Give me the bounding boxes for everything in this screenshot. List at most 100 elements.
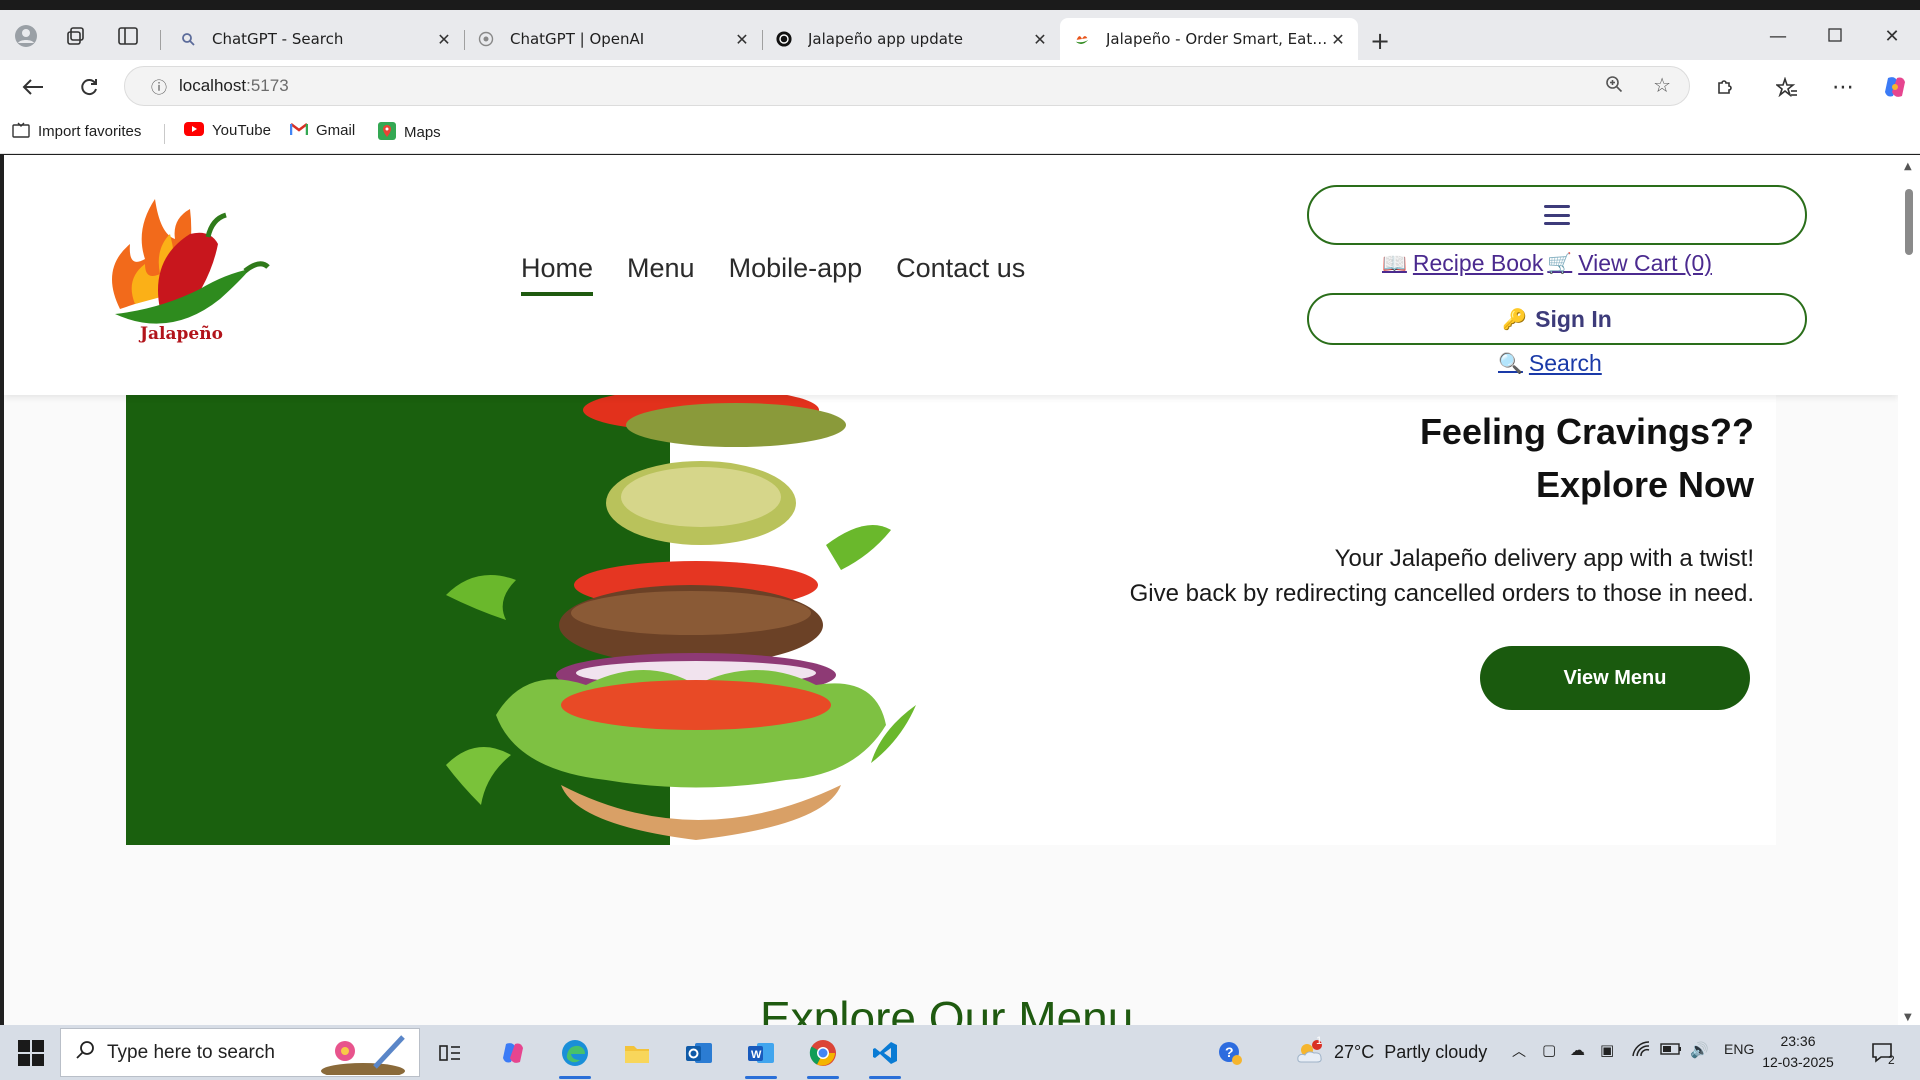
key-icon: 🔑 bbox=[1502, 308, 1528, 331]
site-header: Jalapeño Home Menu Mobile-app Contact us… bbox=[4, 155, 1898, 395]
notification-count: 2 bbox=[1888, 1053, 1895, 1067]
start-button[interactable] bbox=[10, 1037, 52, 1069]
maps-icon bbox=[378, 122, 396, 143]
new-tab-icon[interactable]: + bbox=[1370, 27, 1390, 55]
import-icon bbox=[12, 122, 30, 141]
clock-date: 12-03-2025 bbox=[1762, 1054, 1834, 1070]
recipe-book-link[interactable]: 📖 Recipe Book bbox=[1382, 250, 1543, 277]
favorite-star-icon[interactable]: ☆ bbox=[1653, 73, 1671, 97]
volume-icon[interactable]: 🔊 bbox=[1690, 1041, 1709, 1059]
edge-browser-icon[interactable] bbox=[555, 1033, 595, 1079]
scroll-down-icon[interactable]: ▼ bbox=[1904, 1012, 1912, 1023]
address-bar[interactable]: ⓘ localhost:5173 ☆ bbox=[124, 66, 1690, 106]
magnifier-icon: 🔍 bbox=[1498, 353, 1523, 375]
hamburger-menu-button[interactable] bbox=[1307, 185, 1807, 245]
onedrive-icon[interactable]: ☁ bbox=[1570, 1041, 1585, 1059]
burger-image bbox=[446, 388, 916, 840]
weather-text[interactable]: 27°C Partly cloudy bbox=[1334, 1042, 1487, 1063]
close-tab-icon[interactable]: ✕ bbox=[1328, 30, 1348, 49]
cart-icon: 🛒 bbox=[1547, 253, 1573, 275]
nav-contact-us[interactable]: Contact us bbox=[896, 253, 1025, 296]
search-link[interactable]: 🔍 Search bbox=[1498, 350, 1602, 377]
outlook-icon[interactable] bbox=[679, 1033, 719, 1073]
sign-in-label: Sign In bbox=[1535, 305, 1612, 332]
display-icon[interactable]: ▣ bbox=[1600, 1041, 1614, 1059]
page-viewport: Jalapeño Home Menu Mobile-app Contact us… bbox=[4, 155, 1898, 1025]
tab-title: ChatGPT | OpenAI bbox=[510, 30, 645, 48]
book-icon: 📖 bbox=[1382, 253, 1407, 275]
copilot-icon[interactable] bbox=[1878, 70, 1912, 104]
battery-icon[interactable] bbox=[1660, 1041, 1682, 1059]
tab-jalapeno-order-smart[interactable]: Jalapeño - Order Smart, Eat Healthy ✕ bbox=[1060, 18, 1358, 60]
bookmark-import-favorites[interactable]: Import favorites bbox=[12, 122, 141, 141]
chrome-icon[interactable] bbox=[803, 1033, 843, 1079]
taskbar-search-placeholder: Type here to search bbox=[107, 1041, 275, 1063]
taskbar-search-box[interactable]: Type here to search bbox=[60, 1028, 420, 1077]
profile-icon[interactable] bbox=[10, 20, 42, 52]
logo-text: Jalapeño bbox=[140, 324, 223, 344]
recipe-book-label: Recipe Book bbox=[1412, 250, 1544, 276]
view-cart-link[interactable]: 🛒 View Cart (0) bbox=[1547, 250, 1712, 277]
page-scrollbar[interactable]: ▲ ▼ bbox=[1898, 155, 1920, 1025]
meet-icon[interactable]: ▢ bbox=[1542, 1041, 1556, 1059]
close-tab-icon[interactable]: ✕ bbox=[732, 30, 752, 49]
sign-in-button[interactable]: 🔑 Sign In bbox=[1307, 293, 1807, 345]
extensions-icon[interactable] bbox=[1708, 70, 1742, 104]
refresh-icon[interactable] bbox=[72, 70, 106, 104]
bookmark-maps[interactable]: Maps bbox=[378, 122, 441, 143]
help-icon[interactable]: ? bbox=[1210, 1033, 1250, 1073]
favorites-icon[interactable] bbox=[1770, 70, 1804, 104]
hero-subtitle-line1: Your Jalapeño delivery app with a twist! bbox=[1334, 545, 1754, 572]
clock[interactable]: 23:36 12-03-2025 bbox=[1748, 1031, 1848, 1073]
notifications-icon[interactable]: 2 bbox=[1864, 1033, 1904, 1073]
svg-text:?: ? bbox=[1225, 1044, 1234, 1060]
minimize-icon[interactable]: — bbox=[1758, 26, 1798, 47]
tab-chatgpt-search[interactable]: ChatGPT - Search ✕ bbox=[166, 18, 464, 60]
close-window-icon[interactable]: ✕ bbox=[1872, 26, 1912, 47]
bookmark-label: Import favorites bbox=[38, 123, 142, 140]
close-tab-icon[interactable]: ✕ bbox=[434, 30, 454, 49]
nav-home[interactable]: Home bbox=[521, 253, 594, 296]
back-icon[interactable] bbox=[16, 70, 50, 104]
scroll-up-icon[interactable]: ▲ bbox=[1904, 161, 1912, 172]
wifi-icon[interactable] bbox=[1632, 1041, 1650, 1061]
tab-jalapeno-app-update[interactable]: Jalapeño app update ✕ bbox=[762, 18, 1060, 60]
view-menu-button[interactable]: View Menu bbox=[1480, 646, 1750, 710]
copilot-taskbar-icon[interactable] bbox=[493, 1033, 533, 1073]
bookmark-youtube[interactable]: YouTube bbox=[184, 122, 271, 139]
bookmark-label: YouTube bbox=[212, 122, 271, 139]
vscode-icon[interactable] bbox=[865, 1033, 905, 1079]
tab-separator bbox=[160, 30, 161, 50]
vertical-tabs-icon[interactable] bbox=[112, 20, 144, 52]
hero-title-line1: Feeling Cravings?? bbox=[1419, 411, 1754, 452]
hero-text: Feeling Cravings?? Explore Now Your Jala… bbox=[1130, 405, 1754, 611]
search-highlight-icon bbox=[321, 1035, 405, 1075]
tab-chatgpt-openai[interactable]: ChatGPT | OpenAI ✕ bbox=[464, 18, 762, 60]
jalapeno-icon bbox=[1074, 31, 1090, 47]
more-options-icon[interactable]: ⋯ bbox=[1826, 70, 1860, 104]
search-label: Search bbox=[1528, 350, 1602, 376]
hero-subtitle: Your Jalapeño delivery app with a twist!… bbox=[1130, 541, 1754, 611]
file-explorer-icon[interactable] bbox=[617, 1033, 657, 1073]
site-info-icon[interactable]: ⓘ bbox=[139, 74, 179, 98]
word-icon[interactable]: W bbox=[741, 1033, 781, 1079]
hamburger-icon bbox=[1544, 205, 1570, 225]
header-links: 📖 Recipe Book 🛒 View Cart (0) bbox=[1382, 250, 1712, 277]
search-icon bbox=[180, 31, 196, 47]
chatgpt-icon bbox=[776, 31, 792, 47]
tab-title: Jalapeño app update bbox=[808, 30, 964, 48]
bookmark-gmail[interactable]: Gmail bbox=[289, 122, 355, 139]
nav-mobile-app[interactable]: Mobile-app bbox=[729, 253, 863, 296]
maximize-icon[interactable] bbox=[1815, 26, 1855, 47]
close-tab-icon[interactable]: ✕ bbox=[1030, 30, 1050, 49]
zoom-icon[interactable] bbox=[1605, 75, 1623, 98]
bookmark-separator bbox=[164, 124, 165, 144]
collections-icon[interactable] bbox=[60, 20, 92, 52]
gmail-icon bbox=[289, 122, 309, 139]
nav-menu[interactable]: Menu bbox=[627, 253, 695, 296]
show-hidden-icons-icon[interactable]: ︿ bbox=[1512, 1041, 1526, 1061]
scrollbar-thumb[interactable] bbox=[1905, 189, 1913, 255]
weather-icon[interactable]: 1 bbox=[1290, 1033, 1330, 1073]
windows-taskbar: Type here to search W ? 1 27°C Partly cl… bbox=[0, 1025, 1920, 1080]
task-view-icon[interactable] bbox=[430, 1033, 470, 1073]
